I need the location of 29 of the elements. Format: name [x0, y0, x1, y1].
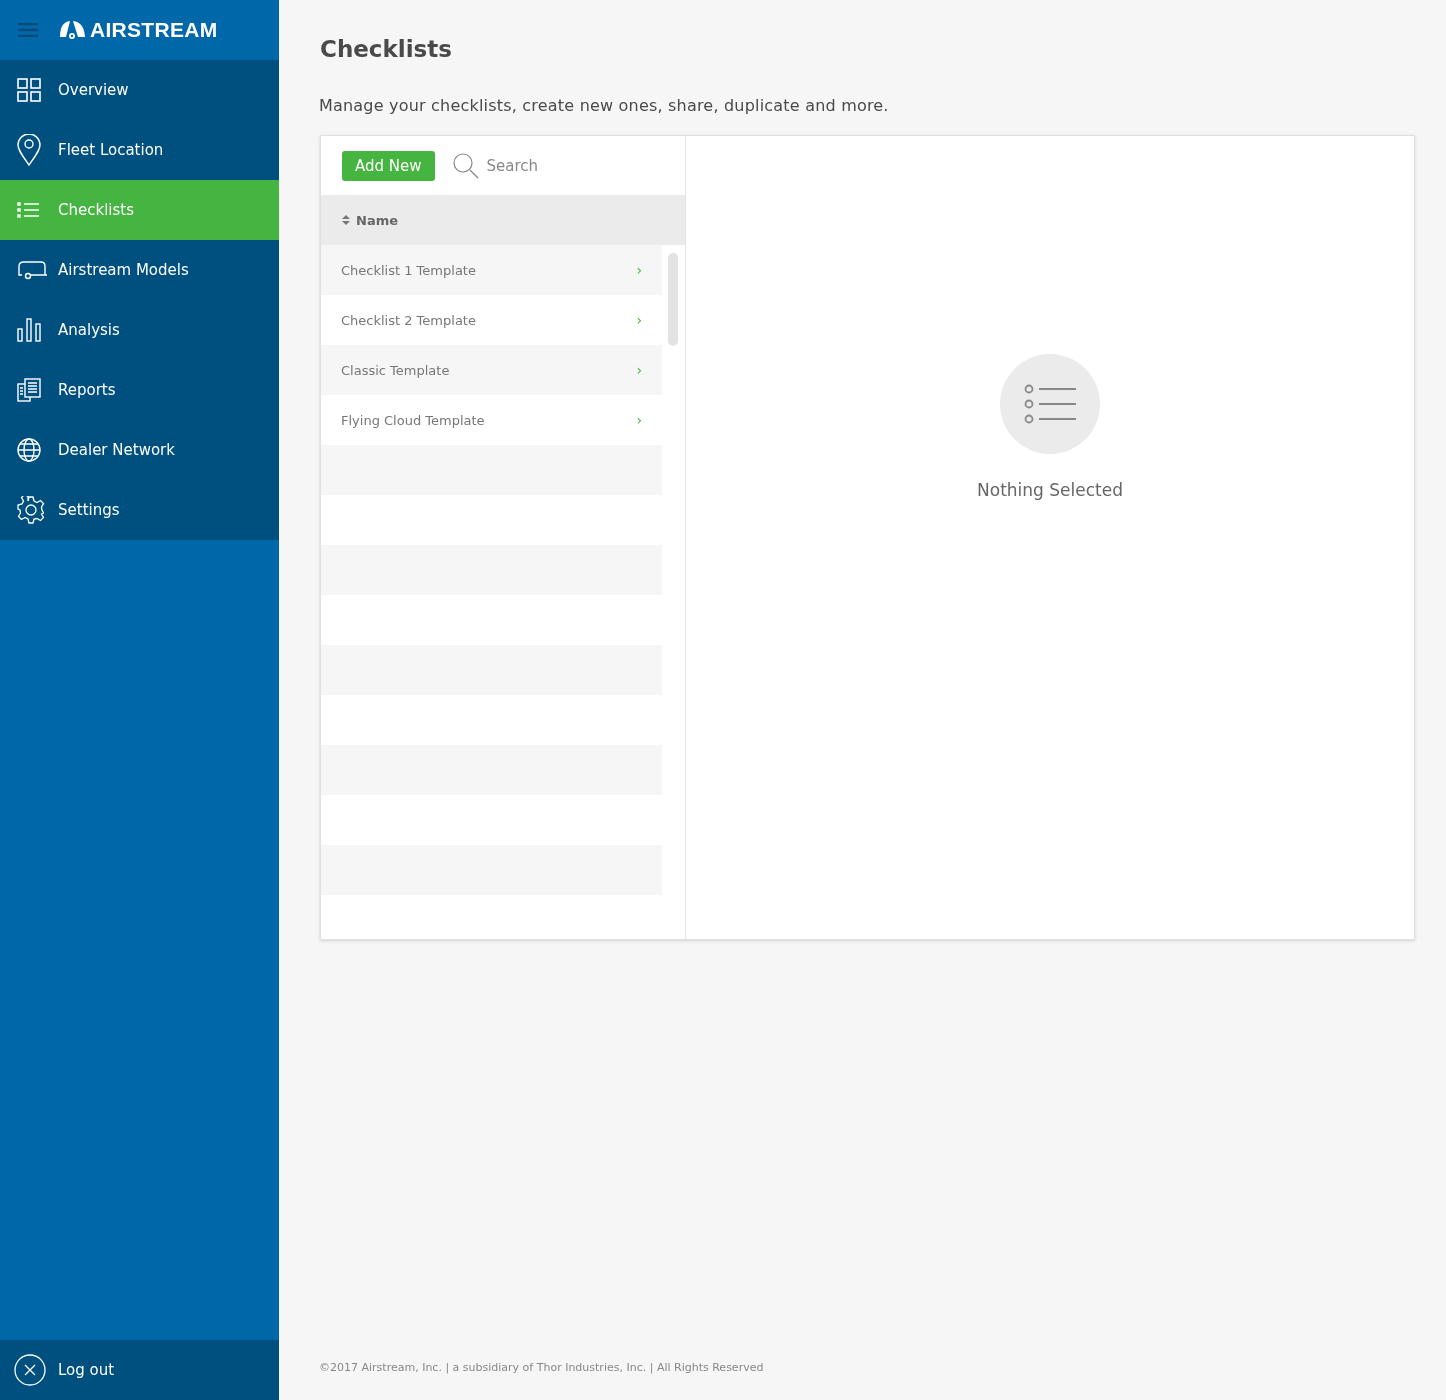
menu-button[interactable]	[18, 23, 38, 37]
column-header[interactable]: Name	[342, 212, 398, 228]
empty-state-text: Nothing Selected	[977, 480, 1123, 500]
settings-icon	[17, 496, 45, 524]
footer-text: ©2017 Airstream, Inc. | a subsidiary of Thor Industries, Inc. | All Rights Reserved	[319, 1361, 765, 1374]
globe-icon	[17, 438, 41, 462]
list-icon	[1000, 354, 1100, 454]
chevron-icon: ›	[636, 262, 642, 278]
chevron-icon: ›	[636, 412, 642, 428]
brand-name: AIRSTREAM	[90, 18, 218, 42]
page-title: Checklists	[320, 36, 453, 64]
location-pin-icon	[17, 134, 41, 166]
list-icon	[17, 202, 39, 218]
documents-icon	[17, 378, 41, 402]
chevron-icon: ›	[636, 312, 642, 328]
bar-chart-icon	[17, 318, 41, 342]
search-field[interactable]: Search	[452, 152, 609, 179]
close-icon	[14, 1354, 46, 1386]
search-icon	[452, 152, 479, 179]
chevron-icon: ›	[636, 362, 642, 378]
grid-icon	[17, 78, 41, 102]
list-row[interactable]: Classic Template ›	[321, 345, 662, 395]
list-row[interactable]: Checklist 1 Template ›	[321, 245, 662, 295]
trailer-icon	[17, 260, 47, 280]
sort-icon	[342, 215, 350, 225]
page-description: Manage your checklists, create new ones, share, duplicate and more.	[319, 96, 890, 115]
logo-icon	[58, 19, 86, 41]
logout-button[interactable]: Log out	[0, 1340, 279, 1400]
scrollbar-thumb[interactable]	[668, 253, 678, 346]
